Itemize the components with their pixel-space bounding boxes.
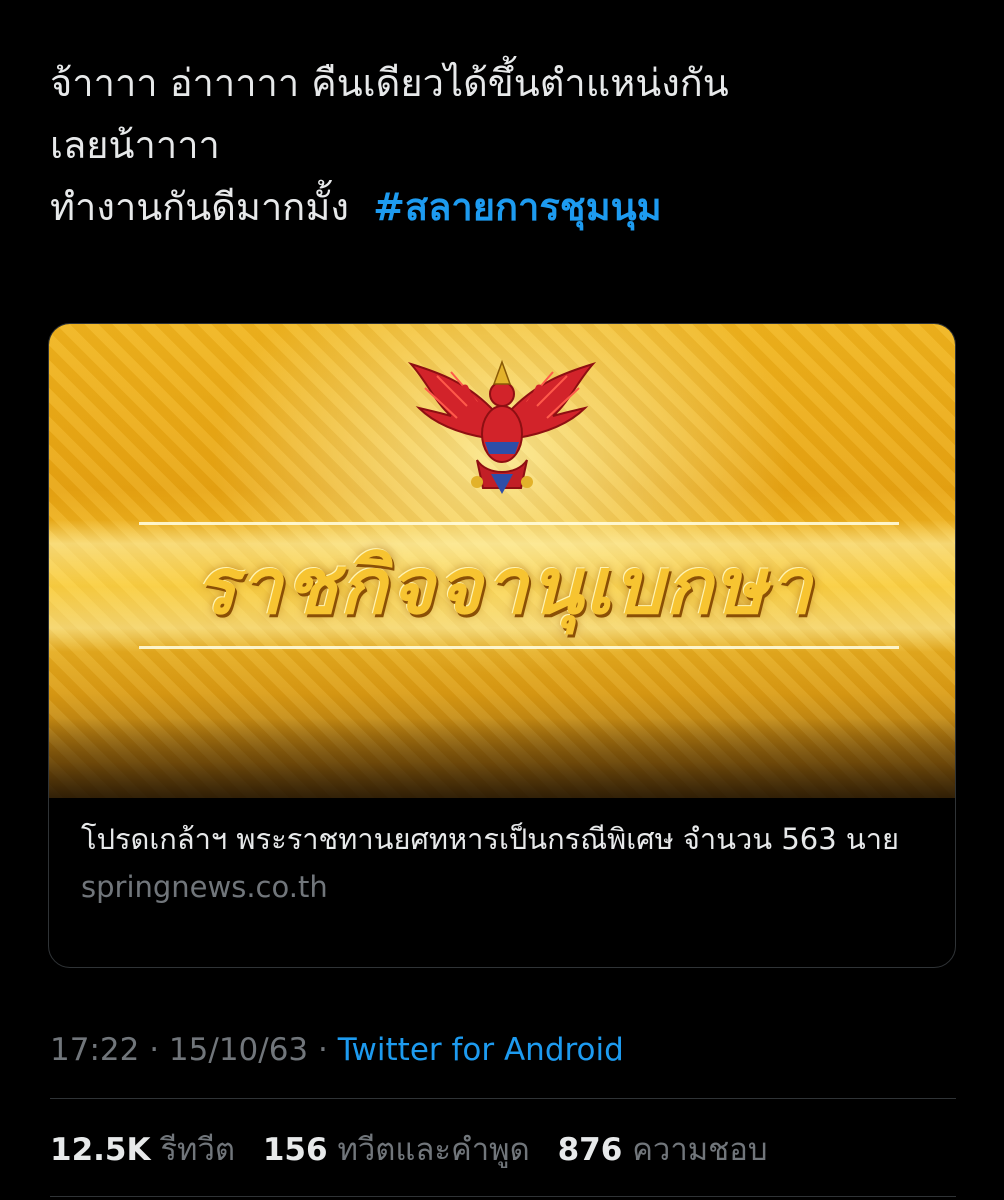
retweet-label[interactable]: รีทวีต <box>160 1132 235 1168</box>
tweet-text-line-1: จ้าาาา อ่าาาาา คืนเดียวได้ขึ้นตำแหน่งกัน <box>50 61 729 105</box>
card-image-rule-top <box>139 522 899 525</box>
card-image-crowd <box>49 718 955 798</box>
card-domain: springnews.co.th <box>81 870 328 904</box>
timestamp-separator: · <box>149 1032 160 1068</box>
card-image[interactable]: ราชกิจจานุเบกษา <box>49 324 955 798</box>
divider-bottom <box>50 1196 956 1197</box>
tweet-text-line-3: ทำงานกันดีมากมั้ง #สลายการชุมนุม <box>50 176 950 238</box>
card-image-rule-bottom <box>139 646 899 649</box>
hashtag-link[interactable]: #สลายการชุมนุม <box>373 185 662 229</box>
tweet-text-line-2: เลยน้าาาา <box>50 123 220 167</box>
like-count[interactable]: 876 <box>558 1132 623 1168</box>
card-title[interactable]: โปรดเกล้าฯ พระราชทานยศทหารเป็นกรณีพิเศษ … <box>81 818 931 860</box>
divider <box>50 1098 956 1099</box>
tweet-date[interactable]: 15/10/63 <box>169 1032 308 1068</box>
card-meta[interactable]: โปรดเกล้าฯ พระราชทานยศทหารเป็นกรณีพิเศษ … <box>81 818 931 910</box>
tweet-source-link[interactable]: Twitter for Android <box>338 1032 624 1068</box>
tweet-text: จ้าาาา อ่าาาาา คืนเดียวได้ขึ้นตำแหน่งกัน… <box>50 52 950 238</box>
timestamp-separator-2: · <box>318 1032 328 1068</box>
link-preview-card[interactable]: ราชกิจจานุเบกษา โปรดเกล้าฯ พระราชทานยศทห… <box>48 323 956 968</box>
retweet-count[interactable]: 12.5K <box>50 1132 151 1168</box>
tweet-time[interactable]: 17:22 <box>50 1032 139 1068</box>
garuda-emblem-icon <box>407 359 597 494</box>
quote-count[interactable]: 156 <box>263 1132 328 1168</box>
tweet-stats: 12.5K รีทวีต 156 ทวีตและคำพูด 876 ความชอ… <box>50 1128 786 1172</box>
card-image-text: ราชกิจจานุเบกษา <box>194 541 814 632</box>
like-label[interactable]: ความชอบ <box>632 1132 767 1168</box>
tweet-text-line-3-body: ทำงานกันดีมากมั้ง <box>50 185 349 229</box>
quote-label[interactable]: ทวีตและคำพูด <box>337 1132 529 1168</box>
tweet-timestamp: 17:22 · 15/10/63 · Twitter for Android <box>50 1028 624 1072</box>
